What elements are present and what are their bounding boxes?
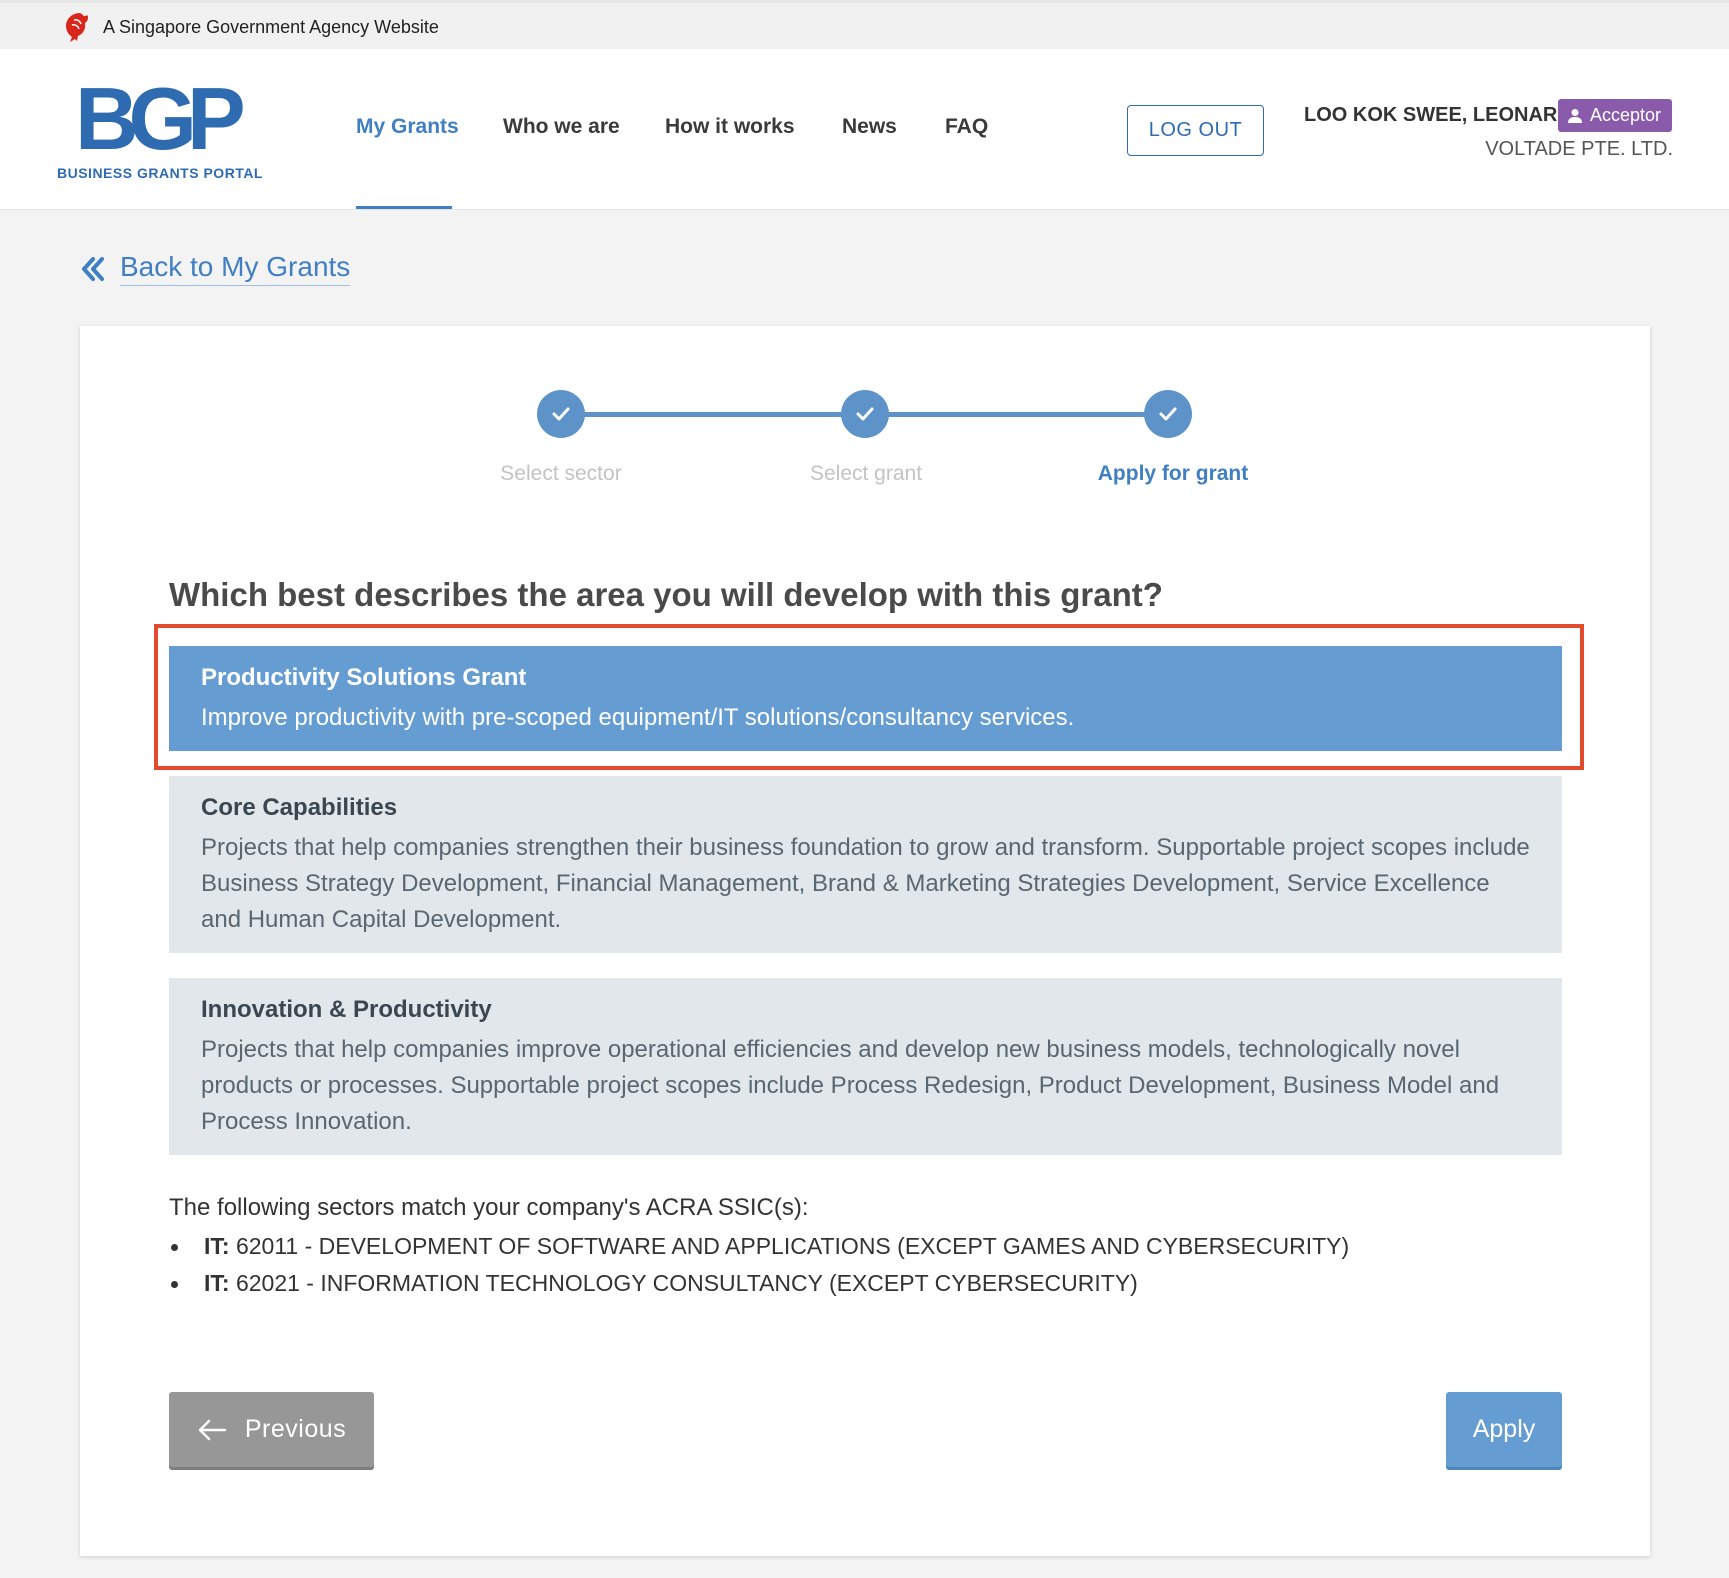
option-description: Projects that help companies improve ope…: [201, 1036, 1500, 1135]
grant-selection-card: Select sector Select grant Apply for gra…: [80, 326, 1650, 1556]
option-innovation-productivity[interactable]: Innovation & Productivity Projects that …: [169, 978, 1562, 1155]
sectors-list: IT: 62011 - DEVELOPMENT OF SOFTWARE AND …: [169, 1228, 1569, 1302]
check-icon: [856, 407, 874, 421]
logo-subtitle: BUSINESS GRANTS PORTAL: [57, 165, 263, 181]
nav-my-grants[interactable]: My Grants: [356, 115, 459, 139]
check-icon: [1159, 407, 1177, 421]
back-to-my-grants-link[interactable]: Back to My Grants: [80, 251, 351, 286]
check-icon: [552, 407, 570, 421]
step-label-apply-for-grant: Apply for grant: [1097, 462, 1249, 485]
progress-stepper: Select sector Select grant Apply for gra…: [80, 326, 1650, 496]
site-header: BGP BUSINESS GRANTS PORTAL My Grants Who…: [0, 49, 1729, 210]
arrow-left-icon: [198, 1419, 227, 1440]
logout-button[interactable]: LOG OUT: [1127, 105, 1264, 156]
gov-banner-text: A Singapore Government Agency Website: [103, 17, 439, 37]
step-1-done: [537, 390, 585, 438]
sector-detail: 62021 - INFORMATION TECHNOLOGY CONSULTAN…: [229, 1270, 1138, 1296]
sectors-intro: The following sectors match your company…: [169, 1194, 809, 1221]
company-name: VOLTADE PTE. LTD.: [1485, 138, 1673, 160]
nav-who-we-are[interactable]: Who we are: [503, 115, 620, 139]
step-connector: [865, 412, 1155, 417]
singapore-lion-icon: [66, 13, 89, 42]
bgp-logo-mark: BGP: [75, 79, 245, 159]
list-item: IT: 62021 - INFORMATION TECHNOLOGY CONSU…: [169, 1265, 1569, 1302]
nav-how-it-works[interactable]: How it works: [665, 115, 795, 139]
person-icon: [1568, 108, 1582, 123]
role-badge: Acceptor: [1558, 99, 1673, 132]
nav-news[interactable]: News: [842, 115, 897, 139]
step-label-select-grant: Select grant: [809, 462, 923, 485]
option-title: Core Capabilities: [201, 794, 398, 821]
previous-button[interactable]: Previous: [169, 1392, 374, 1467]
double-chevron-left-icon: [82, 256, 104, 281]
user-name: LOO KOK SWEE, LEONARD: [1304, 104, 1572, 126]
grant-area-question: Which best describes the area you will d…: [169, 576, 1163, 613]
option-description: Projects that help companies strengthen …: [201, 834, 1530, 933]
option-title: Productivity Solutions Grant: [201, 664, 527, 691]
step-connector: [561, 412, 847, 417]
sector-code: IT:: [204, 1233, 230, 1259]
role-label: Acceptor: [1590, 105, 1662, 125]
list-item: IT: 62011 - DEVELOPMENT OF SOFTWARE AND …: [169, 1228, 1569, 1265]
sector-code: IT:: [204, 1270, 230, 1296]
option-productivity-solutions-grant[interactable]: Productivity Solutions Grant Improve pro…: [169, 646, 1562, 751]
bgp-logo[interactable]: BGP BUSINESS GRANTS PORTAL: [55, 79, 265, 189]
step-2-done: [841, 390, 889, 438]
step-3-current: [1144, 390, 1192, 438]
nav-faq[interactable]: FAQ: [945, 115, 988, 139]
gov-banner: A Singapore Government Agency Website: [0, 0, 1729, 49]
matched-sectors: The following sectors match your company…: [169, 1194, 1569, 1302]
step-label-select-sector: Select sector: [500, 462, 622, 485]
option-description: Improve productivity with pre-scoped equ…: [201, 704, 1075, 731]
back-link-label: Back to My Grants: [120, 251, 351, 286]
previous-label: Previous: [244, 1415, 347, 1443]
logo-mark-text: BGP: [75, 79, 243, 159]
apply-button[interactable]: Apply: [1446, 1392, 1562, 1467]
option-core-capabilities[interactable]: Core Capabilities Projects that help com…: [169, 776, 1562, 953]
nav-active-indicator: [356, 206, 452, 209]
sector-detail: 62011 - DEVELOPMENT OF SOFTWARE AND APPL…: [229, 1233, 1350, 1259]
option-title: Innovation & Productivity: [201, 996, 492, 1023]
